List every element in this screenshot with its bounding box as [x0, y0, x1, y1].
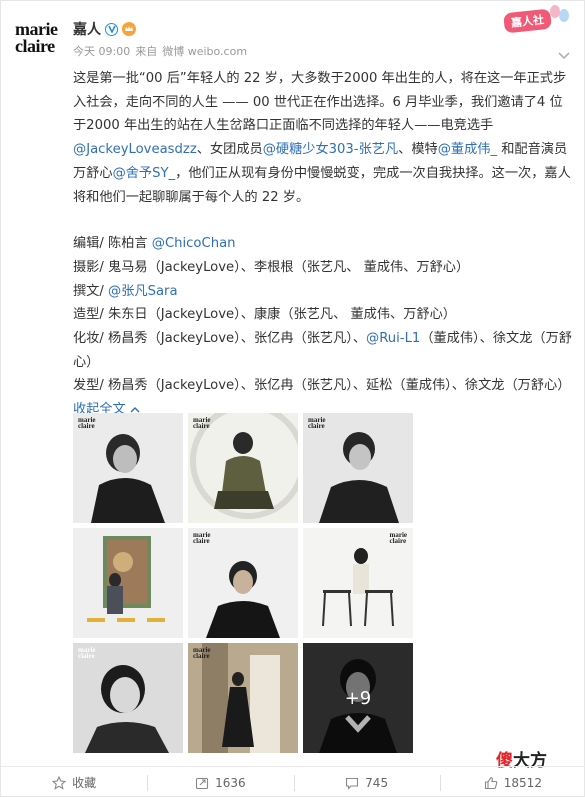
magazine-logo-watermark: marie claire — [389, 531, 408, 545]
photo-thumbnail[interactable]: marie claire — [73, 413, 183, 523]
magazine-logo-watermark: marie claire — [193, 646, 211, 660]
photo-thumbnail[interactable]: marie claire — [303, 413, 413, 523]
mention-link[interactable]: @张凡Sara — [108, 284, 178, 299]
magazine-logo-watermark: marie claire — [78, 646, 96, 660]
credit-text: 发型/ 杨昌秀（JackeyLove）、张亿冉（张艺凡）、延松（董成伟）、徐文龙… — [73, 378, 571, 394]
photo-thumbnail[interactable]: marie claire — [303, 528, 413, 638]
comment-icon — [346, 777, 359, 790]
post-meta: 今天 09:00 来自 微博 weibo.com — [73, 43, 247, 59]
fan-sticker-badge: 嘉人社 — [498, 5, 570, 35]
photo-thumbnail[interactable]: marie claire — [188, 528, 298, 638]
member-crown-icon — [122, 22, 136, 36]
comment-button[interactable]: 745 — [293, 767, 440, 797]
balloon-icon — [559, 9, 569, 22]
credit-editor: 编辑/ 陈柏言 @ChicoChan — [73, 232, 573, 256]
comment-count: 745 — [365, 775, 389, 790]
repost-count: 1636 — [215, 775, 246, 790]
painting-backdrop-photo-image — [73, 528, 183, 638]
more-photos-count: +9 — [303, 643, 413, 753]
post-action-bar: 收藏 1636 745 18512 — [1, 766, 585, 797]
verified-badge-icon — [105, 22, 118, 36]
photo-grid: marie claire marie claire marie claire m… — [73, 413, 413, 753]
mention-link[interactable]: @Rui-L1 — [366, 331, 420, 346]
magazine-logo-watermark: marie claire — [193, 531, 211, 545]
credit-label: 撰文/ — [73, 283, 109, 299]
favorite-label: 收藏 — [72, 776, 97, 790]
magazine-logo-watermark: marie claire — [308, 416, 326, 430]
magazine-logo-watermark: marie claire — [193, 416, 211, 430]
user-name-row: 嘉人 — [73, 19, 136, 39]
post-intro: 这是第一批“00 后”年轻人的 22 岁，大多数于2000 年出生的人，将在这一… — [73, 67, 573, 209]
repost-button[interactable]: 1636 — [147, 767, 293, 797]
post-source[interactable]: 微博 weibo.com — [162, 43, 247, 59]
user-name[interactable]: 嘉人 — [73, 19, 101, 39]
magazine-logo-watermark: marie claire — [78, 416, 96, 430]
marie-claire-avatar-logo[interactable]: marie claire — [15, 20, 67, 61]
credit-writer: 撰文/ @张凡Sara — [73, 280, 573, 304]
photo-thumbnail-more[interactable]: +9 — [303, 643, 413, 753]
mention-link[interactable]: @舍予SY_ — [113, 166, 176, 181]
photo-thumbnail[interactable]: marie claire — [188, 643, 298, 753]
mention-link[interactable]: @董成伟_ — [438, 142, 497, 157]
photo-thumbnail[interactable]: marie claire — [73, 643, 183, 753]
source-prefix: 来自 — [135, 45, 158, 58]
post-content: 这是第一批“00 后”年轻人的 22 岁，大多数于2000 年出生的人，将在这一… — [73, 67, 573, 422]
intro-text: 这是第一批“00 后”年轻人的 22 岁，大多数于2000 年出生的人，将在这一… — [73, 71, 567, 134]
mention-link[interactable]: @硬糖少女303-张艺凡 — [263, 142, 398, 157]
like-count: 18512 — [503, 775, 542, 790]
credit-makeup: 化妆/ 杨昌秀（JackeyLove）、张亿冉（张艺凡）、@Rui-L1（董成伟… — [73, 327, 573, 374]
credit-styling: 造型/ 朱东日（JackeyLove）、康康（张艺凡、 董成伟、万舒心） — [73, 307, 456, 323]
photo-thumbnail[interactable] — [73, 528, 183, 638]
logo-line-2: claire — [15, 36, 55, 56]
star-icon — [52, 775, 67, 790]
repost-icon — [196, 777, 209, 789]
weibo-post-card: marie claire 嘉人 今天 09:00 来自 微博 weibo.com… — [0, 0, 585, 797]
credit-text: 化妆/ 杨昌秀（JackeyLove）、张亿冉（张艺凡）、 — [73, 331, 367, 347]
like-button[interactable]: 18512 — [439, 767, 585, 797]
post-time[interactable]: 今天 09:00 — [73, 43, 130, 59]
credit-label: 编辑/ 陈柏言 — [73, 236, 152, 252]
mention-link[interactable]: @ChicoChan — [152, 236, 236, 251]
chevron-down-icon[interactable] — [558, 45, 570, 64]
mention-link[interactable]: @JackeyLoveasdzz — [73, 142, 197, 157]
favorite-button[interactable]: 收藏 — [1, 767, 147, 797]
thumbs-up-icon — [484, 776, 498, 789]
intro-text: 、女团成员 — [196, 142, 263, 158]
sticker-label: 嘉人社 — [503, 8, 552, 34]
intro-text: 、模特 — [398, 142, 438, 158]
photo-thumbnail[interactable]: marie claire — [188, 413, 298, 523]
credit-photography: 摄影/ 鬼马易（JackeyLove）、李根根（张艺凡、 董成伟、万舒心） — [73, 259, 470, 275]
